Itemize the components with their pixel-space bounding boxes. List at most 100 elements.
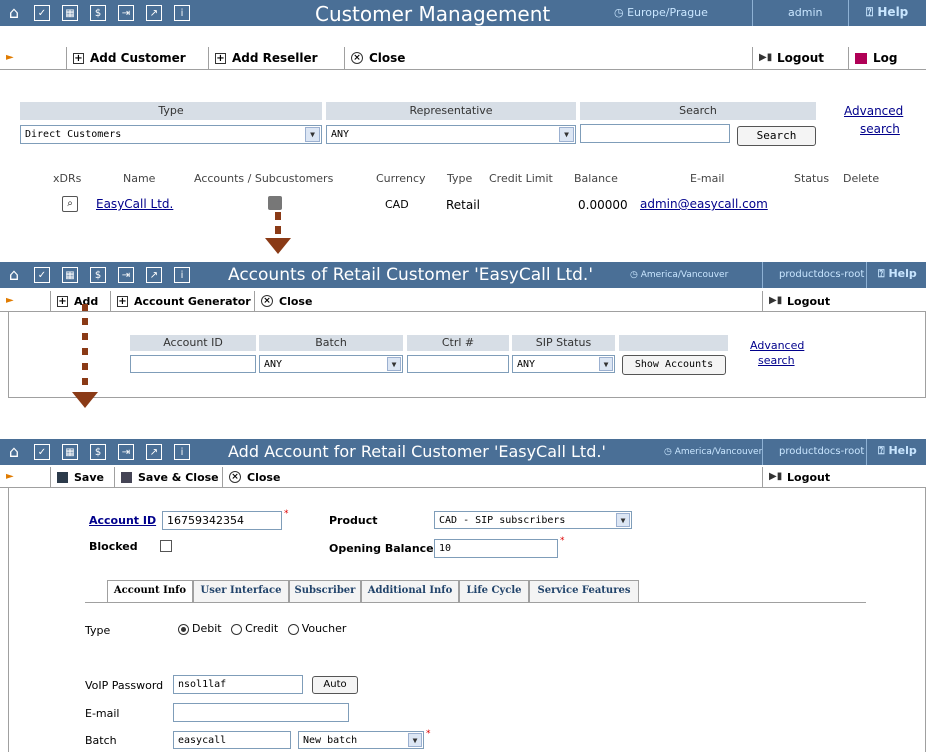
info-icon[interactable]: i [174,267,190,283]
advanced-search-link[interactable]: search [860,122,900,136]
chart-icon[interactable]: ↗ [146,444,162,460]
add-icon: + [57,295,68,307]
menu-arrow-icon[interactable]: ► [6,471,14,482]
user-link[interactable]: productdocs-root [779,446,864,457]
account-id-input[interactable] [130,355,256,373]
batch-select[interactable]: New batch ▼ [298,731,424,749]
batch-select[interactable]: ANY ▼ [259,355,403,373]
debit-radio[interactable]: Debit [178,622,222,635]
save-button[interactable]: Save [50,467,115,487]
timezone-link[interactable]: ◷ America/Vancouver [664,447,762,457]
add-button[interactable]: + Add [50,291,111,311]
product-select[interactable]: CAD - SIP subscribers ▼ [434,511,632,529]
column-header: Balance [574,172,618,185]
logout-button[interactable]: ▶▮ Logout [762,291,859,311]
opening-balance-field[interactable]: 10 [434,539,558,558]
dollar-icon[interactable]: $ [90,5,106,21]
type-select[interactable]: Direct Customers ▼ [20,125,322,144]
add-customer-button[interactable]: + Add Customer [66,47,207,69]
tab-baseline [85,602,866,603]
grid-icon[interactable]: ▦ [62,444,78,460]
home-icon[interactable]: ⌂ [6,267,22,283]
checkbox-icon[interactable]: ✓ [34,5,50,21]
customer-name-link[interactable]: EasyCall Ltd. [96,197,173,211]
timezone-link[interactable]: ◷ Europe/Prague [614,6,708,19]
voip-password-field[interactable]: nsol1laf [173,675,303,694]
tab-life-cycle[interactable]: Life Cycle [459,580,529,602]
account-id-field[interactable]: 16759342354 [162,511,282,530]
title-bar-customer-management: ⌂ ✓ ▦ $ ⇥ ↗ i Customer Management ◷ Euro… [0,0,926,26]
user-link[interactable]: admin [788,6,822,19]
grid-icon[interactable]: ▦ [62,5,78,21]
save-close-button[interactable]: Save & Close [114,467,223,487]
grid-icon[interactable]: ▦ [62,267,78,283]
search-button[interactable]: Search [737,126,816,146]
ctrl-input[interactable] [407,355,509,373]
log-button[interactable]: Log [848,47,926,69]
auto-button[interactable]: Auto [312,676,358,694]
email-field[interactable] [173,703,349,722]
table-row: ⌕ EasyCall Ltd. CAD Retail 0.00000 admin… [0,196,926,216]
timezone-link[interactable]: ◷ America/Vancouver [630,270,728,280]
help-link[interactable]: ⍰ Help [878,444,917,458]
opening-balance-label: Opening Balance [329,542,434,555]
logout-button[interactable]: ▶▮ Logout [762,467,859,487]
dollar-icon[interactable]: $ [90,444,106,460]
help-link[interactable]: ⍰ Help [866,5,908,20]
checkbox-icon[interactable]: ✓ [34,444,50,460]
chart-icon[interactable]: ↗ [146,267,162,283]
close-icon: × [229,471,241,483]
advanced-search-link[interactable]: search [758,354,795,367]
sip-status-select[interactable]: ANY ▼ [512,355,615,373]
customer-table-header: xDRs Name Accounts / Subcustomers Curren… [0,172,926,188]
help-icon: ⍰ [866,5,878,19]
account-generator-button[interactable]: + Account Generator [110,291,255,311]
balance-value: 0.00000 [578,198,628,212]
dollar-icon[interactable]: $ [90,267,106,283]
tab-account-info[interactable]: Account Info [107,580,193,603]
close-button[interactable]: × Close [222,467,289,487]
advanced-search-link[interactable]: Advanced [750,339,804,352]
close-button[interactable]: × Close [344,47,431,69]
representative-select[interactable]: ANY ▼ [326,125,576,144]
advanced-search-link[interactable]: Advanced [844,104,903,118]
transfer-icon[interactable]: ⇥ [118,444,134,460]
toolbar-add-account: ► Save Save & Close × Close ▶▮ Logout [0,467,926,488]
close-button[interactable]: × Close [254,291,327,311]
batch-field[interactable]: easycall [173,731,291,749]
tab-subscriber[interactable]: Subscriber [289,580,361,602]
divider [866,262,867,288]
tab-additional-info[interactable]: Additional Info [361,580,459,602]
info-icon[interactable]: i [174,5,190,21]
menu-arrow-icon[interactable]: ► [6,52,14,63]
menu-arrow-icon[interactable]: ► [6,295,14,306]
add-reseller-button[interactable]: + Add Reseller [208,47,343,69]
voucher-radio[interactable]: Voucher [287,622,346,635]
checkbox-icon[interactable]: ✓ [34,267,50,283]
accounts-icon[interactable] [268,196,282,210]
home-icon[interactable]: ⌂ [6,5,22,21]
chart-icon[interactable]: ↗ [146,5,162,21]
xdrs-search-icon[interactable]: ⌕ [62,196,78,212]
chevron-down-icon: ▼ [559,127,574,142]
show-accounts-button[interactable]: Show Accounts [622,355,726,375]
transfer-icon[interactable]: ⇥ [118,5,134,21]
search-input[interactable] [580,124,730,143]
tab-user-interface[interactable]: User Interface [193,580,289,602]
logout-button[interactable]: ▶▮ Logout [752,47,849,69]
type-header: Type [20,102,322,120]
user-link[interactable]: productdocs-root [779,269,864,280]
column-header: xDRs [53,172,82,185]
customer-email-link[interactable]: admin@easycall.com [640,197,768,211]
credit-radio[interactable]: Credit [231,622,278,635]
blocked-checkbox[interactable] [160,540,172,552]
email-label: E-mail [85,707,120,720]
home-icon[interactable]: ⌂ [6,444,22,460]
account-id-label[interactable]: Account ID [89,514,156,527]
tab-service-features[interactable]: Service Features [529,580,639,602]
transfer-icon[interactable]: ⇥ [118,267,134,283]
info-icon[interactable]: i [174,444,190,460]
title-bar-add-account: ⌂ ✓ ▦ $ ⇥ ↗ i Add Account for Retail Cus… [0,439,926,465]
help-link[interactable]: ⍰ Help [878,267,917,281]
chevron-down-icon: ▼ [599,357,613,371]
